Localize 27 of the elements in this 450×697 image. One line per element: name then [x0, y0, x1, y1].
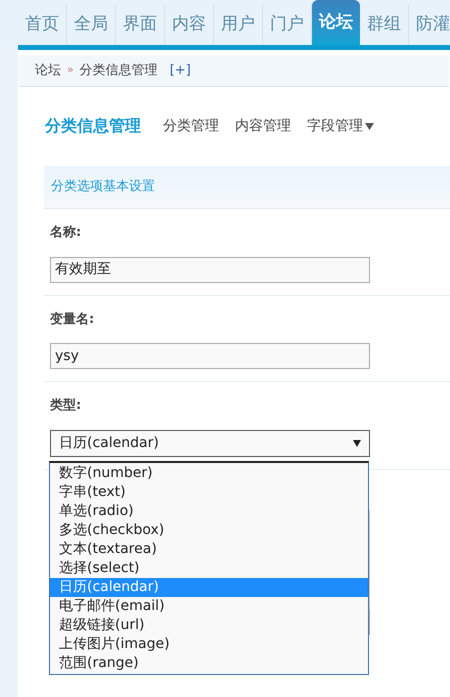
caret-icon	[365, 122, 374, 130]
dropdown-option[interactable]: 上传图片(image)	[50, 635, 368, 654]
breadcrumb-link[interactable]: 论坛	[35, 60, 61, 80]
page-title: 分类信息管理	[45, 115, 141, 137]
input-field[interactable]: 有效期至	[50, 256, 370, 282]
dropdown-option[interactable]: 文本(textarea)	[50, 540, 368, 559]
dropdown-option[interactable]: 数字(number)	[50, 464, 368, 483]
dropdown-option[interactable]: 电子邮件(email)	[50, 597, 368, 616]
section-header: 分类选项基本设置	[44, 166, 450, 209]
dropdown-option[interactable]: 单选(radio)	[50, 502, 368, 521]
breadcrumb-current: 分类信息管理	[80, 62, 158, 80]
field-label: 类型:	[50, 397, 82, 415]
type-select[interactable]: 日历(calendar)	[50, 430, 370, 456]
dropdown-option[interactable]: 选择(select)	[50, 559, 368, 578]
input-field[interactable]: ysy	[50, 343, 370, 369]
dropdown-option[interactable]: 字串(text)	[50, 483, 368, 502]
header-link[interactable]: 内容管理	[235, 116, 291, 136]
dropdown-option[interactable]: 范围(range)	[50, 654, 368, 673]
add-link[interactable]: [+]	[170, 60, 191, 80]
header-link[interactable]: 字段管理	[307, 116, 374, 136]
dropdown-option[interactable]: 超级链接(url)	[50, 616, 368, 635]
breadcrumb-separator: »	[67, 62, 74, 78]
header-link[interactable]: 分类管理	[163, 116, 219, 136]
field-label: 名称:	[50, 224, 82, 242]
dropdown-option[interactable]: 多选(checkbox)	[50, 521, 368, 540]
dropdown-arrow-icon	[353, 440, 361, 446]
field-label: 变量名:	[50, 310, 96, 328]
